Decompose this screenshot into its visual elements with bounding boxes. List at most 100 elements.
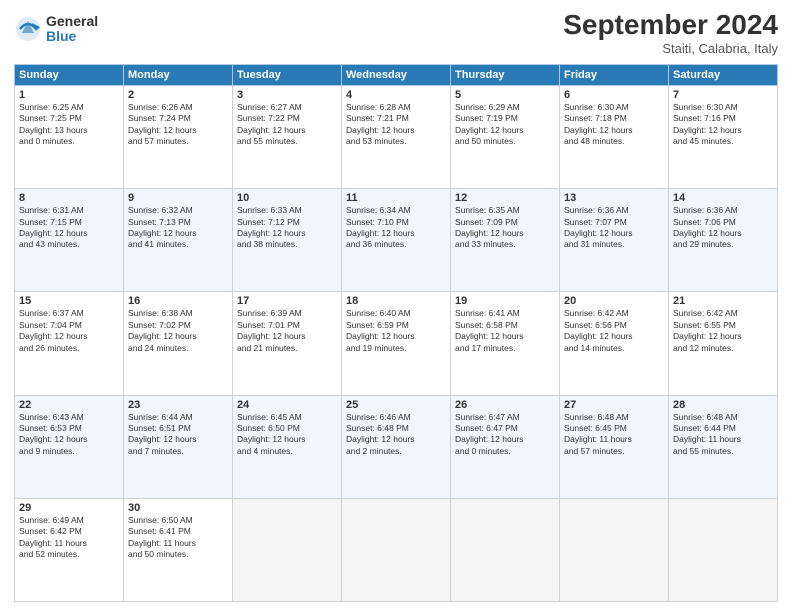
day-info: Sunrise: 6:48 AM Sunset: 6:45 PM Dayligh… bbox=[564, 412, 664, 458]
day-info: Sunrise: 6:27 AM Sunset: 7:22 PM Dayligh… bbox=[237, 102, 337, 148]
day-number: 15 bbox=[19, 295, 119, 307]
logo-general: General bbox=[46, 14, 98, 29]
day-number: 12 bbox=[455, 192, 555, 204]
logo-blue: Blue bbox=[46, 29, 98, 44]
calendar-day-cell: 14Sunrise: 6:36 AM Sunset: 7:06 PM Dayli… bbox=[669, 189, 778, 292]
day-number: 8 bbox=[19, 192, 119, 204]
day-number: 7 bbox=[673, 89, 773, 101]
calendar-day-cell: 28Sunrise: 6:48 AM Sunset: 6:44 PM Dayli… bbox=[669, 395, 778, 498]
day-info: Sunrise: 6:37 AM Sunset: 7:04 PM Dayligh… bbox=[19, 308, 119, 354]
logo-text: General Blue bbox=[46, 14, 98, 45]
calendar-page: General Blue September 2024 Staiti, Cala… bbox=[0, 0, 792, 612]
day-number: 23 bbox=[128, 399, 228, 411]
calendar-day-cell: 23Sunrise: 6:44 AM Sunset: 6:51 PM Dayli… bbox=[124, 395, 233, 498]
calendar-day-cell: 27Sunrise: 6:48 AM Sunset: 6:45 PM Dayli… bbox=[560, 395, 669, 498]
day-info: Sunrise: 6:30 AM Sunset: 7:16 PM Dayligh… bbox=[673, 102, 773, 148]
day-number: 1 bbox=[19, 89, 119, 101]
day-number: 10 bbox=[237, 192, 337, 204]
day-number: 20 bbox=[564, 295, 664, 307]
day-info: Sunrise: 6:30 AM Sunset: 7:18 PM Dayligh… bbox=[564, 102, 664, 148]
calendar-day-cell: 9Sunrise: 6:32 AM Sunset: 7:13 PM Daylig… bbox=[124, 189, 233, 292]
calendar-day-cell: 30Sunrise: 6:50 AM Sunset: 6:41 PM Dayli… bbox=[124, 498, 233, 601]
calendar-day-cell: 20Sunrise: 6:42 AM Sunset: 6:56 PM Dayli… bbox=[560, 292, 669, 395]
day-info: Sunrise: 6:44 AM Sunset: 6:51 PM Dayligh… bbox=[128, 412, 228, 458]
weekday-header-monday: Monday bbox=[124, 64, 233, 85]
weekday-header-sunday: Sunday bbox=[15, 64, 124, 85]
day-info: Sunrise: 6:41 AM Sunset: 6:58 PM Dayligh… bbox=[455, 308, 555, 354]
day-info: Sunrise: 6:43 AM Sunset: 6:53 PM Dayligh… bbox=[19, 412, 119, 458]
calendar-day-cell: 25Sunrise: 6:46 AM Sunset: 6:48 PM Dayli… bbox=[342, 395, 451, 498]
calendar-day-cell: 21Sunrise: 6:42 AM Sunset: 6:55 PM Dayli… bbox=[669, 292, 778, 395]
day-number: 19 bbox=[455, 295, 555, 307]
day-number: 2 bbox=[128, 89, 228, 101]
day-number: 3 bbox=[237, 89, 337, 101]
calendar-day-cell: 22Sunrise: 6:43 AM Sunset: 6:53 PM Dayli… bbox=[15, 395, 124, 498]
day-info: Sunrise: 6:50 AM Sunset: 6:41 PM Dayligh… bbox=[128, 515, 228, 561]
day-info: Sunrise: 6:29 AM Sunset: 7:19 PM Dayligh… bbox=[455, 102, 555, 148]
day-number: 22 bbox=[19, 399, 119, 411]
calendar-day-cell: 3Sunrise: 6:27 AM Sunset: 7:22 PM Daylig… bbox=[233, 85, 342, 188]
calendar-day-cell: 16Sunrise: 6:38 AM Sunset: 7:02 PM Dayli… bbox=[124, 292, 233, 395]
calendar-day-cell: 26Sunrise: 6:47 AM Sunset: 6:47 PM Dayli… bbox=[451, 395, 560, 498]
weekday-header-saturday: Saturday bbox=[669, 64, 778, 85]
day-info: Sunrise: 6:32 AM Sunset: 7:13 PM Dayligh… bbox=[128, 205, 228, 251]
day-info: Sunrise: 6:36 AM Sunset: 7:07 PM Dayligh… bbox=[564, 205, 664, 251]
calendar-day-cell: 15Sunrise: 6:37 AM Sunset: 7:04 PM Dayli… bbox=[15, 292, 124, 395]
day-info: Sunrise: 6:48 AM Sunset: 6:44 PM Dayligh… bbox=[673, 412, 773, 458]
calendar-day-cell: 5Sunrise: 6:29 AM Sunset: 7:19 PM Daylig… bbox=[451, 85, 560, 188]
calendar-day-cell: 4Sunrise: 6:28 AM Sunset: 7:21 PM Daylig… bbox=[342, 85, 451, 188]
day-info: Sunrise: 6:42 AM Sunset: 6:56 PM Dayligh… bbox=[564, 308, 664, 354]
day-number: 6 bbox=[564, 89, 664, 101]
weekday-header-row: SundayMondayTuesdayWednesdayThursdayFrid… bbox=[15, 64, 778, 85]
calendar-day-cell: 29Sunrise: 6:49 AM Sunset: 6:42 PM Dayli… bbox=[15, 498, 124, 601]
calendar-table: SundayMondayTuesdayWednesdayThursdayFrid… bbox=[14, 64, 778, 602]
calendar-week-row: 22Sunrise: 6:43 AM Sunset: 6:53 PM Dayli… bbox=[15, 395, 778, 498]
day-number: 14 bbox=[673, 192, 773, 204]
calendar-day-cell: 6Sunrise: 6:30 AM Sunset: 7:18 PM Daylig… bbox=[560, 85, 669, 188]
calendar-week-row: 15Sunrise: 6:37 AM Sunset: 7:04 PM Dayli… bbox=[15, 292, 778, 395]
day-number: 25 bbox=[346, 399, 446, 411]
day-number: 21 bbox=[673, 295, 773, 307]
calendar-day-cell bbox=[451, 498, 560, 601]
calendar-day-cell: 18Sunrise: 6:40 AM Sunset: 6:59 PM Dayli… bbox=[342, 292, 451, 395]
weekday-header-friday: Friday bbox=[560, 64, 669, 85]
calendar-day-cell: 24Sunrise: 6:45 AM Sunset: 6:50 PM Dayli… bbox=[233, 395, 342, 498]
title-block: September 2024 Staiti, Calabria, Italy bbox=[563, 10, 778, 56]
day-info: Sunrise: 6:47 AM Sunset: 6:47 PM Dayligh… bbox=[455, 412, 555, 458]
calendar-day-cell: 8Sunrise: 6:31 AM Sunset: 7:15 PM Daylig… bbox=[15, 189, 124, 292]
day-info: Sunrise: 6:39 AM Sunset: 7:01 PM Dayligh… bbox=[237, 308, 337, 354]
day-info: Sunrise: 6:25 AM Sunset: 7:25 PM Dayligh… bbox=[19, 102, 119, 148]
calendar-day-cell: 10Sunrise: 6:33 AM Sunset: 7:12 PM Dayli… bbox=[233, 189, 342, 292]
day-info: Sunrise: 6:35 AM Sunset: 7:09 PM Dayligh… bbox=[455, 205, 555, 251]
calendar-week-row: 8Sunrise: 6:31 AM Sunset: 7:15 PM Daylig… bbox=[15, 189, 778, 292]
calendar-day-cell bbox=[342, 498, 451, 601]
day-info: Sunrise: 6:42 AM Sunset: 6:55 PM Dayligh… bbox=[673, 308, 773, 354]
day-info: Sunrise: 6:49 AM Sunset: 6:42 PM Dayligh… bbox=[19, 515, 119, 561]
day-number: 30 bbox=[128, 502, 228, 514]
calendar-day-cell: 7Sunrise: 6:30 AM Sunset: 7:16 PM Daylig… bbox=[669, 85, 778, 188]
day-info: Sunrise: 6:45 AM Sunset: 6:50 PM Dayligh… bbox=[237, 412, 337, 458]
month-title: September 2024 bbox=[563, 10, 778, 41]
day-info: Sunrise: 6:38 AM Sunset: 7:02 PM Dayligh… bbox=[128, 308, 228, 354]
day-info: Sunrise: 6:26 AM Sunset: 7:24 PM Dayligh… bbox=[128, 102, 228, 148]
calendar-day-cell bbox=[233, 498, 342, 601]
day-info: Sunrise: 6:40 AM Sunset: 6:59 PM Dayligh… bbox=[346, 308, 446, 354]
day-number: 17 bbox=[237, 295, 337, 307]
day-number: 29 bbox=[19, 502, 119, 514]
header: General Blue September 2024 Staiti, Cala… bbox=[14, 10, 778, 56]
day-number: 16 bbox=[128, 295, 228, 307]
weekday-header-wednesday: Wednesday bbox=[342, 64, 451, 85]
calendar-day-cell: 1Sunrise: 6:25 AM Sunset: 7:25 PM Daylig… bbox=[15, 85, 124, 188]
logo-icon bbox=[14, 15, 42, 43]
day-info: Sunrise: 6:34 AM Sunset: 7:10 PM Dayligh… bbox=[346, 205, 446, 251]
day-number: 9 bbox=[128, 192, 228, 204]
calendar-day-cell: 2Sunrise: 6:26 AM Sunset: 7:24 PM Daylig… bbox=[124, 85, 233, 188]
day-number: 11 bbox=[346, 192, 446, 204]
day-info: Sunrise: 6:31 AM Sunset: 7:15 PM Dayligh… bbox=[19, 205, 119, 251]
calendar-day-cell bbox=[669, 498, 778, 601]
calendar-week-row: 1Sunrise: 6:25 AM Sunset: 7:25 PM Daylig… bbox=[15, 85, 778, 188]
calendar-week-row: 29Sunrise: 6:49 AM Sunset: 6:42 PM Dayli… bbox=[15, 498, 778, 601]
day-number: 13 bbox=[564, 192, 664, 204]
calendar-day-cell: 11Sunrise: 6:34 AM Sunset: 7:10 PM Dayli… bbox=[342, 189, 451, 292]
calendar-day-cell bbox=[560, 498, 669, 601]
